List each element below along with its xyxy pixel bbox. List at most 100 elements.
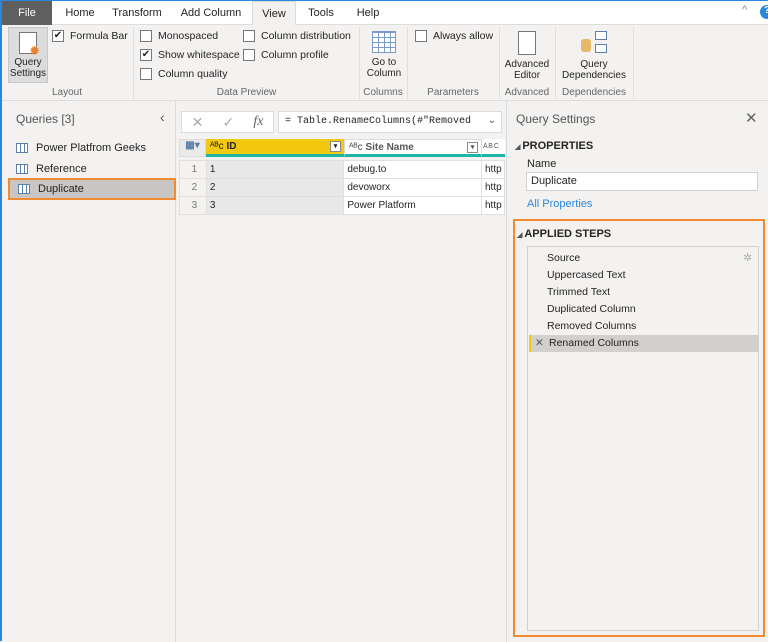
row-number: 3 xyxy=(179,196,207,215)
query-item[interactable]: Reference xyxy=(8,158,176,180)
query-item[interactable]: Power Platfrom Geeks xyxy=(8,137,176,159)
step-label: Source xyxy=(547,252,581,264)
column-distribution-label: Column distribution xyxy=(261,30,351,42)
step-item[interactable]: Removed Columns xyxy=(529,318,758,335)
step-item[interactable]: Trimmed Text xyxy=(529,284,758,301)
column-distribution-checkbox[interactable]: Column distribution xyxy=(243,30,351,42)
step-label: Renamed Columns xyxy=(549,337,639,349)
query-item-selected[interactable]: Duplicate xyxy=(8,178,176,200)
monospaced-checkbox[interactable]: Monospaced xyxy=(140,30,218,42)
query-settings-pane: Query Settings ✕ ◢ PROPERTIES Name Dupli… xyxy=(506,101,768,642)
step-label: Trimmed Text xyxy=(547,286,611,298)
step-label: Removed Columns xyxy=(547,320,637,332)
cell[interactable]: 3 xyxy=(205,196,345,215)
cell[interactable]: http xyxy=(480,160,506,179)
row-number: 2 xyxy=(179,178,207,197)
column-name: Site Name xyxy=(365,142,414,153)
table-icon xyxy=(16,143,28,153)
table-icon xyxy=(16,164,28,174)
show-whitespace-label: Show whitespace xyxy=(158,49,240,61)
tab-home[interactable]: Home xyxy=(54,1,106,25)
column-quality-label: Column quality xyxy=(158,68,228,80)
column-grid-icon xyxy=(372,31,396,53)
tab-view[interactable]: View xyxy=(252,1,296,26)
filter-dropdown-icon[interactable]: ▾ xyxy=(330,141,341,152)
grid-header: ▦▾ ᴬᴮc ID ▾ ᴬᴮc Site Name ▾ A B C xyxy=(179,139,505,157)
tab-tools[interactable]: Tools xyxy=(298,1,344,25)
filter-dropdown-icon[interactable]: ▾ xyxy=(467,142,478,153)
column-header-site-name[interactable]: ᴬᴮc Site Name ▾ xyxy=(344,139,482,157)
help-icon[interactable]: ? xyxy=(760,5,768,19)
column-type-label: A B C xyxy=(483,143,499,150)
layout-group-label: Layout xyxy=(51,87,83,98)
close-icon[interactable]: ✕ xyxy=(745,109,758,127)
cell[interactable]: debug.to xyxy=(343,160,482,179)
tab-transform[interactable]: Transform xyxy=(106,1,168,25)
step-item-selected[interactable]: ✕ Renamed Columns xyxy=(529,335,758,352)
cell[interactable]: http xyxy=(480,196,506,215)
query-settings-title: Query Settings xyxy=(516,112,596,126)
name-input[interactable]: Duplicate xyxy=(526,172,758,191)
advanced-editor-label: Advanced Editor xyxy=(504,59,550,81)
advanced-editor-icon xyxy=(518,31,536,55)
cell[interactable]: Power Platform xyxy=(343,196,482,215)
tab-add-column[interactable]: Add Column xyxy=(170,1,252,25)
cancel-icon[interactable]: ✕ xyxy=(192,114,204,131)
formula-bar-checkbox[interactable]: ✔ Formula Bar xyxy=(52,30,128,42)
commit-icon[interactable]: ✓ xyxy=(222,114,234,131)
cell[interactable]: devoworx xyxy=(343,178,482,197)
advanced-editor-button[interactable]: Advanced Editor xyxy=(501,31,553,81)
tab-file[interactable]: File xyxy=(2,1,52,25)
formula-bar-label: Formula Bar xyxy=(70,30,128,42)
cell[interactable]: 2 xyxy=(205,178,345,197)
fx-icon[interactable]: fx xyxy=(253,114,263,130)
step-item[interactable]: Source ✲ xyxy=(529,250,758,267)
delete-step-icon[interactable]: ✕ xyxy=(535,335,544,352)
query-label: Power Platfrom Geeks xyxy=(36,142,147,154)
advanced-group-label: Advanced xyxy=(504,87,550,98)
text-type-icon: ᴬᴮc xyxy=(210,141,227,152)
divider xyxy=(633,27,634,99)
tab-help[interactable]: Help xyxy=(346,1,390,25)
always-allow-label: Always allow xyxy=(433,30,494,42)
table-row: 3 3 Power Platform http xyxy=(179,196,506,215)
properties-header[interactable]: ◢ PROPERTIES xyxy=(515,140,593,152)
step-label: Uppercased Text xyxy=(547,269,626,281)
gear-icon[interactable]: ✲ xyxy=(743,250,752,267)
collapse-pane-icon[interactable]: ‹ xyxy=(160,109,165,125)
monospaced-label: Monospaced xyxy=(158,30,219,42)
column-profile-checkbox[interactable]: Column profile xyxy=(243,49,329,61)
go-to-column-label: Go to Column xyxy=(366,57,402,79)
query-label: Reference xyxy=(36,163,87,175)
properties-label: PROPERTIES xyxy=(522,140,594,152)
column-header-partial[interactable]: A B C xyxy=(482,139,505,157)
query-settings-button[interactable]: ✹ Query Settings xyxy=(8,27,48,83)
step-item[interactable]: Uppercased Text xyxy=(529,267,758,284)
table-row: 1 1 debug.to http xyxy=(179,160,506,179)
column-quality-checkbox[interactable]: Column quality xyxy=(140,68,227,80)
ribbon: ✹ Query Settings ✔ Formula Bar Layout Mon… xyxy=(2,25,768,101)
applied-steps-list: Source ✲ Uppercased Text Trimmed Text Dup… xyxy=(527,246,759,631)
ribbon-tabs: File Home Transform Add Column View Tool… xyxy=(2,1,768,26)
name-label: Name xyxy=(527,158,557,170)
all-properties-link[interactable]: All Properties xyxy=(527,198,592,210)
cell[interactable]: 1 xyxy=(205,160,345,179)
table-menu-icon[interactable]: ▦▾ xyxy=(179,139,206,157)
query-settings-label: Query Settings xyxy=(9,57,47,79)
expand-formula-icon[interactable]: ⌄ xyxy=(488,112,496,132)
cell[interactable]: http xyxy=(480,178,506,197)
collapse-ribbon-icon[interactable]: ^ xyxy=(742,4,747,16)
query-dependencies-label: Query Dependencies xyxy=(562,59,626,81)
column-profile-label: Column profile xyxy=(261,49,329,61)
applied-steps-header[interactable]: ◢ APPLIED STEPS xyxy=(517,228,611,240)
column-header-id[interactable]: ᴬᴮc ID ▾ xyxy=(206,139,344,157)
show-whitespace-checkbox[interactable]: ✔ Show whitespace xyxy=(140,49,240,61)
step-item[interactable]: Duplicated Column xyxy=(529,301,758,318)
formula-bar-input[interactable]: = Table.RenameColumns(#"Removed ⌄ xyxy=(278,111,502,133)
formula-actions: ✕ ✓ fx xyxy=(181,111,274,133)
always-allow-checkbox[interactable]: Always allow xyxy=(415,30,493,42)
go-to-column-button[interactable]: Go to Column xyxy=(362,31,406,79)
step-label: Duplicated Column xyxy=(547,303,636,315)
query-dependencies-button[interactable]: Query Dependencies xyxy=(557,31,631,81)
row-number: 1 xyxy=(179,160,207,179)
